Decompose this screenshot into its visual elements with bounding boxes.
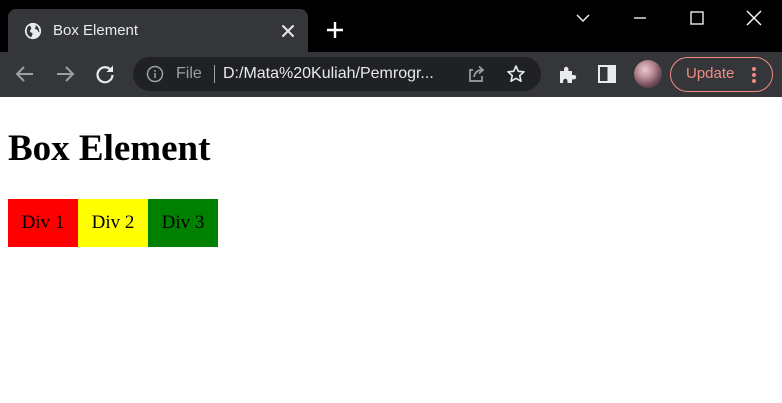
page-content: Box Element Div 1 Div 2 Div 3 (0, 97, 782, 403)
toolbar: File D:/Mata%20Kuliah/Pemrogr... Update (0, 52, 782, 97)
box-div-2: Div 2 (78, 199, 148, 247)
url-text[interactable]: D:/Mata%20Kuliah/Pemrogr... (223, 64, 468, 84)
box-div-1: Div 1 (8, 199, 78, 247)
update-button-label: Update (686, 65, 735, 82)
window-close-icon[interactable] (744, 9, 764, 27)
arrow-right-icon[interactable] (54, 63, 76, 85)
url-separator (214, 65, 215, 83)
extensions-icon[interactable] (557, 63, 579, 85)
reload-icon[interactable] (94, 63, 116, 85)
address-bar[interactable]: File D:/Mata%20Kuliah/Pemrogr... (133, 57, 541, 91)
tab-search-icon[interactable] (573, 9, 593, 27)
box-div-3: Div 3 (148, 199, 218, 247)
arrow-left-icon[interactable] (14, 63, 36, 85)
tab-title: Box Element (53, 22, 139, 39)
tab-box-element[interactable]: Box Element (8, 9, 308, 52)
globe-icon (24, 22, 42, 40)
tab-strip: Box Element (0, 0, 782, 52)
menu-kebab-icon (752, 67, 756, 83)
new-tab-icon[interactable] (326, 21, 344, 39)
maximize-icon[interactable] (687, 9, 707, 27)
page-heading: Box Element (8, 128, 211, 169)
star-icon[interactable] (506, 64, 526, 84)
profile-avatar[interactable] (634, 60, 662, 88)
share-icon[interactable] (466, 64, 486, 84)
update-button[interactable]: Update (670, 57, 773, 92)
minimize-icon[interactable] (630, 9, 650, 27)
side-panel-icon[interactable] (596, 63, 618, 85)
url-scheme-label: File (176, 65, 202, 82)
browser-chrome: Box Element File D:/Mata%20Kuliah/Pemrog… (0, 0, 782, 97)
close-icon[interactable] (280, 23, 296, 39)
info-icon[interactable] (146, 65, 164, 83)
